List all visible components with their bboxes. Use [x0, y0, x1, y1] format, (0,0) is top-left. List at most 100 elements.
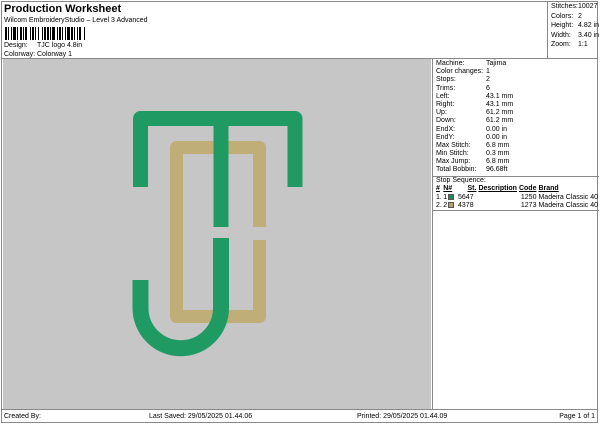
tjc-logo-embroidery [132, 111, 303, 357]
machine-info-row: Color changes: 1 [436, 68, 598, 76]
thread-code: 1273 [520, 201, 537, 209]
col-header: Brand [538, 185, 559, 193]
thread-brand: Madeira Classic 40 [538, 201, 598, 209]
table-row: 2. 2 4378 1273 Madeira Classic 40 [436, 201, 598, 209]
machine-info-row: Total Bobbin: 96.68ft [436, 166, 598, 174]
barcode-bar [85, 27, 86, 40]
col-header: St. [467, 185, 477, 193]
machine-info-row: Left: 43.1 mm [436, 93, 598, 101]
needle-num: 1 [443, 193, 448, 201]
page-title: Production Worksheet [4, 3, 122, 15]
stat-row: Width: 3.40 in [551, 31, 600, 41]
col-header: Description [478, 185, 517, 193]
description [476, 201, 517, 209]
table-header: # N# St. Description Code Brand [436, 185, 598, 193]
created-by: Created By: [4, 413, 41, 420]
stats-box: Stitches:10027 Colors: 2 Height: 4.82 in W… [547, 1, 600, 59]
col-header: Code [518, 185, 537, 193]
color-swatch [448, 202, 455, 209]
info-label: Min Stitch: [436, 150, 469, 158]
machine-info-row: Machine: Tajima [436, 60, 598, 68]
stitch-count: 5647 [458, 193, 474, 201]
info-label: Machine: [436, 60, 465, 67]
machine-info-row: Right: 43.1 mm [436, 101, 598, 109]
machine-info-panel: Machine: Tajima Color changes: 1 Stops: 2 Trim… [432, 59, 599, 409]
machine-info-row: Trims: 6 [436, 85, 598, 93]
stat-row: Stitches:10027 [551, 2, 598, 12]
stop-sequence-title: Stop Sequence: [436, 176, 486, 184]
info-label: Trims: [436, 84, 456, 92]
stat-label: Colors: [551, 12, 574, 20]
info-value: 1 [486, 68, 490, 76]
printed-date: Printed: 29/05/2025 01.44.09 [357, 413, 448, 420]
colorway-label: Colorway: [4, 51, 36, 58]
stitches-cell: 5647 [448, 193, 476, 201]
machine-info-row: Min Stitch: 0.3 mm [436, 150, 598, 158]
software-name: Wilcom EmbroideryStudio – Level 3 Advanc… [4, 17, 148, 24]
info-label: EndX: [436, 125, 456, 133]
design-label: Design: [4, 42, 28, 49]
stitches-cell: 4378 [448, 201, 476, 209]
info-label: Total Bobbin: [436, 166, 477, 174]
stat-value: 4.82 in [578, 22, 600, 29]
info-value: 43.1 mm [486, 92, 514, 100]
col-header: # [436, 185, 440, 193]
stat-row: Colors: 2 [551, 12, 598, 22]
stop-sequence-table: # N# St. Description Code Brand 1. 1 564… [436, 185, 598, 210]
description [476, 193, 517, 201]
info-label: Stops: [436, 76, 456, 84]
thread-brand: Madeira Classic 40 [538, 193, 598, 201]
last-saved: Last Saved: 29/05/2025 01.44.06 [149, 413, 253, 420]
info-label: Right: [436, 100, 455, 108]
info-label: Up: [436, 109, 447, 117]
table-row: 1. 1 5647 1250 Madeira Classic 40 [436, 193, 598, 201]
info-value: 0.00 in [486, 133, 508, 141]
row-num: 2. [436, 201, 442, 209]
design-preview [3, 59, 431, 409]
machine-info-row: Down: 61.2 mm [436, 117, 598, 125]
footer: Created By: Last Saved: 29/05/2025 01.44… [1, 409, 598, 423]
info-value: 96.68ft [486, 166, 508, 174]
thread-code: 1250 [520, 193, 537, 201]
stat-value: 1:1 [578, 41, 588, 48]
info-value: 2 [486, 76, 490, 84]
info-value: 0.00 in [486, 125, 508, 133]
stat-label: Stitches: [551, 3, 578, 10]
stat-label: Width: [551, 31, 571, 39]
info-label: Max Stitch: [436, 141, 471, 149]
info-value: 61.2 mm [486, 109, 514, 117]
info-value: Tajima [486, 60, 507, 67]
info-value: 6.8 mm [486, 141, 510, 149]
colorway-row: Colorway: Colorway 1 [4, 51, 72, 58]
stat-row: Zoom: 1:1 [551, 40, 598, 50]
info-label: Max Jump: [436, 158, 471, 166]
divider [433, 210, 599, 212]
color-swatch [448, 194, 455, 200]
machine-info-row: Max Stitch: 6.8 mm [436, 142, 598, 150]
col-header: N# [443, 185, 453, 193]
machine-info-row: EndX: 0.00 in [436, 126, 598, 134]
info-label: EndY: [436, 133, 455, 141]
stat-value: 10027 [578, 3, 598, 10]
row-num: 1. [436, 193, 442, 201]
needle-num: 2 [443, 201, 448, 209]
info-value: 0.3 mm [486, 150, 510, 158]
stat-label: Height: [551, 22, 574, 29]
info-label: Down: [436, 117, 456, 125]
info-value: 43.1 mm [486, 100, 514, 108]
machine-info-row: Stops: 2 [436, 76, 598, 84]
info-value: 6 [486, 84, 490, 92]
page-number: Page 1 of 1 [559, 413, 595, 420]
design-name: TJC logo 4.8in [37, 42, 83, 49]
colorway-name: Colorway 1 [37, 51, 73, 58]
design-row: Design: TJC logo 4.8in [4, 42, 82, 49]
info-value: 6.8 mm [486, 158, 510, 166]
machine-info-row: Max Jump: 6.8 mm [436, 158, 598, 166]
info-label: Left: [436, 92, 450, 100]
stat-value: 2 [578, 12, 582, 20]
machine-info-row: Up: 61.2 mm [436, 109, 598, 117]
barcode [5, 27, 117, 40]
stat-value: 3.40 in [578, 31, 600, 39]
stat-row: Height: 4.82 in [551, 21, 600, 31]
stitch-count: 4378 [458, 201, 474, 209]
